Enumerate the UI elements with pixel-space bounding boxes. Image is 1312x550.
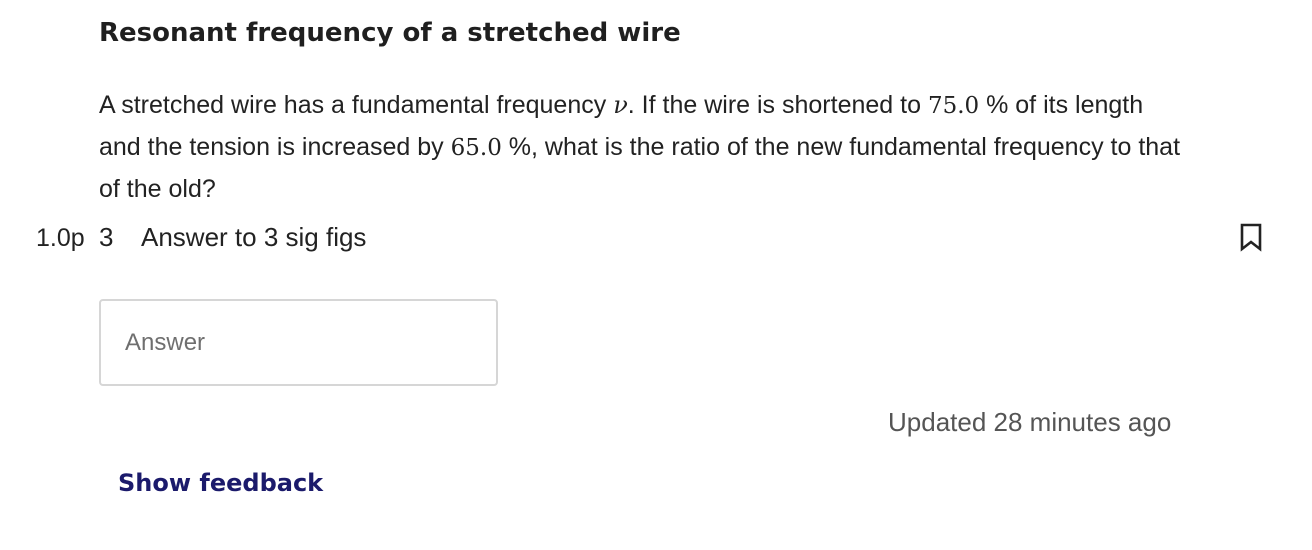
bookmark-button[interactable]: [1238, 222, 1264, 252]
show-feedback-link[interactable]: Show feedback: [118, 469, 323, 497]
updated-timestamp: Updated 28 minutes ago: [888, 407, 1172, 437]
bookmark-icon: [1240, 223, 1262, 252]
question-text-part: A stretched wire has a fundamental frequ…: [99, 91, 614, 119]
frequency-symbol: ν: [613, 91, 628, 119]
question-text-part: . If the wire is shortened to: [627, 91, 928, 119]
length-percent-value: 75.0: [927, 93, 980, 119]
question-title: Resonant frequency of a stretched wire: [99, 18, 681, 48]
question-text: A stretched wire has a fundamental frequ…: [99, 85, 1189, 210]
tension-percent-value: 65.0: [450, 135, 502, 161]
answer-input[interactable]: [99, 299, 498, 386]
answer-prompt: Answer to 3 sig figs: [141, 222, 367, 252]
question-number: 3: [99, 222, 114, 252]
question-points: 1.0p: [36, 224, 85, 252]
